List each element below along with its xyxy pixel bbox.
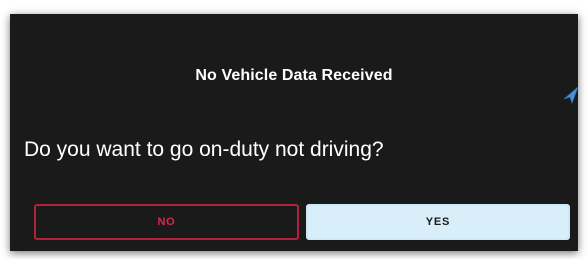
yes-button[interactable]: YES: [306, 204, 570, 240]
no-button[interactable]: NO: [34, 204, 299, 240]
screenshot-frame: No Vehicle Data Received Do you want to …: [0, 0, 588, 259]
yes-button-label: YES: [425, 216, 451, 228]
no-button-label: NO: [157, 216, 176, 228]
arrow-pointer-icon: [563, 86, 579, 104]
confirmation-dialog: No Vehicle Data Received Do you want to …: [10, 14, 578, 251]
dialog-title: No Vehicle Data Received: [195, 67, 393, 84]
dialog-question: Do you want to go on-duty not driving?: [24, 138, 384, 161]
